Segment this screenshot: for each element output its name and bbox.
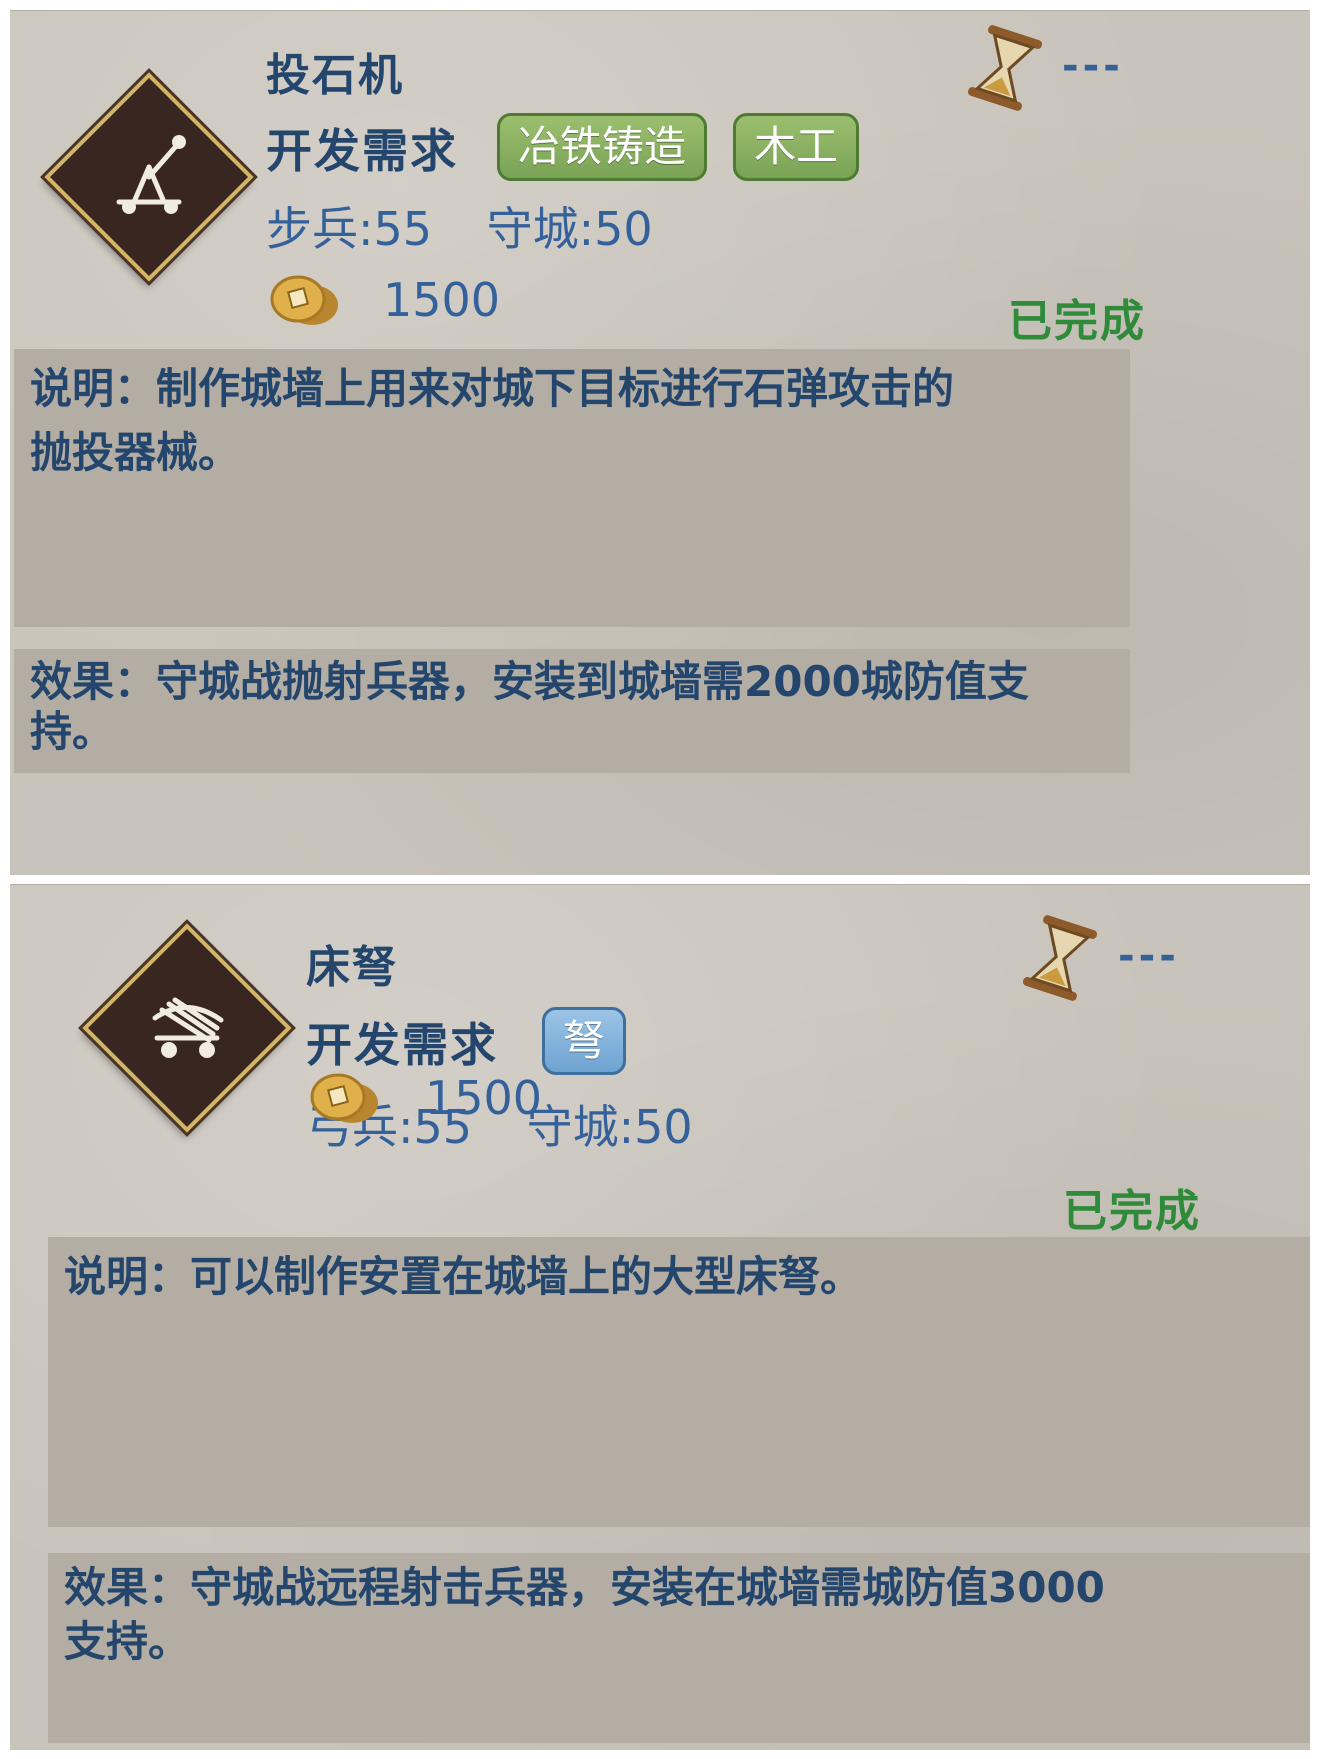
status-complete: 已完成 xyxy=(1063,1186,1201,1237)
timer-text: --- xyxy=(1062,43,1124,89)
catapult-emblem xyxy=(44,72,254,282)
coin-icon xyxy=(270,275,338,325)
requirement-tag[interactable]: 木工 xyxy=(733,113,860,181)
coin-icon xyxy=(310,1073,378,1123)
tech-card-ballista[interactable]: 床弩 开发需求 弩 弓兵:55 守城:50 1500 --- 已完成 说明：可以… xyxy=(10,884,1310,1750)
description-text: 说明：制作城墙上用来对城下目标进行石弹攻击的抛投器械。 xyxy=(30,364,955,477)
description-text: 说明：可以制作安置在城墙上的大型床弩。 xyxy=(64,1252,863,1301)
stat-siege: 守城:50 xyxy=(486,202,653,256)
tech-title: 投石机 xyxy=(266,50,404,101)
stat-siege: 守城:50 xyxy=(526,1100,693,1154)
requirement-tag[interactable]: 冶铁铸造 xyxy=(497,113,708,181)
catapult-icon xyxy=(116,135,186,214)
hourglass-icon xyxy=(967,25,1043,111)
requirement-label: 开发需求 xyxy=(306,1018,498,1072)
requirement-label: 开发需求 xyxy=(266,124,458,178)
ballista-emblem xyxy=(82,923,292,1133)
ballista-icon xyxy=(152,997,224,1058)
effect-text: 效果：守城战抛射兵器，安装到城墙需2000城防值支持。 xyxy=(30,657,1029,756)
description-panel: 说明：制作城墙上用来对城下目标进行石弹攻击的抛投器械。 xyxy=(14,349,1130,627)
requirement-tag[interactable]: 弩 xyxy=(542,1007,627,1075)
cost-amount: 1500 xyxy=(425,1071,543,1125)
effect-panel: 效果：守城战远程射击兵器，安装在城墙需城防值3000支持。 xyxy=(48,1553,1310,1743)
hourglass-icon xyxy=(1022,915,1098,1001)
tech-title: 床弩 xyxy=(306,942,398,993)
timer-text: --- xyxy=(1118,933,1180,979)
status-complete: 已完成 xyxy=(1008,296,1146,347)
description-panel: 说明：可以制作安置在城墙上的大型床弩。 xyxy=(48,1237,1310,1527)
stat-infantry: 步兵:55 xyxy=(266,202,433,256)
stat-row: 步兵:55 守城:50 xyxy=(266,193,693,259)
effect-panel: 效果：守城战抛射兵器，安装到城墙需2000城防值支持。 xyxy=(14,649,1130,773)
cost-amount: 1500 xyxy=(383,273,501,327)
tech-card-catapult[interactable]: 投石机 开发需求 冶铁铸造 木工 步兵:55 守城:50 1500 --- 已完… xyxy=(10,10,1310,875)
effect-text: 效果：守城战远程射击兵器，安装在城墙需城防值3000支持。 xyxy=(64,1563,1105,1666)
